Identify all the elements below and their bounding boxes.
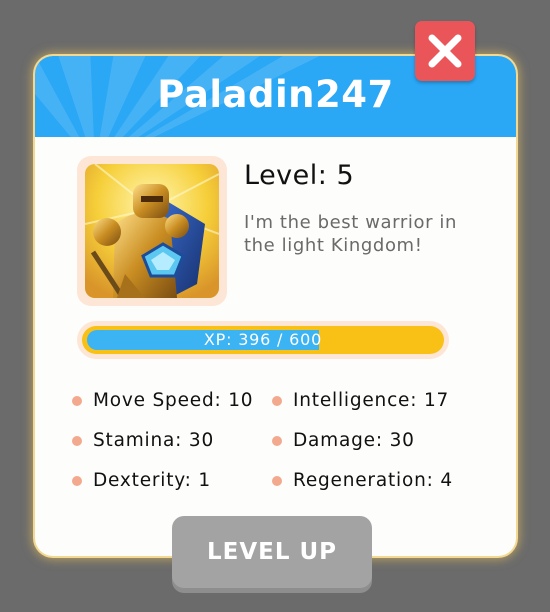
level-up-button[interactable]: LEVEL UP [172, 516, 372, 588]
stat-label: Stamina: 30 [93, 430, 215, 451]
level-label: Level: 5 [244, 160, 355, 191]
close-button[interactable] [415, 21, 475, 81]
stat-bullet-icon [272, 396, 282, 406]
paladin-avatar-icon [85, 164, 219, 298]
stat-bullet-icon [272, 476, 282, 486]
stat-label: Intelligence: 17 [293, 390, 450, 411]
stat-bullet-icon [72, 436, 82, 446]
avatar-frame [77, 156, 227, 306]
stat-label: Dexterity: 1 [93, 470, 211, 491]
xp-progress-bar: XP: 396 / 600 [82, 326, 444, 354]
close-x-icon [428, 34, 462, 68]
stat-bullet-icon [72, 396, 82, 406]
stat-label: Regeneration: 4 [293, 470, 453, 491]
stat-bullet-icon [272, 436, 282, 446]
stat-label: Damage: 30 [293, 430, 415, 451]
stat-bullet-icon [72, 476, 82, 486]
xp-progress-track: XP: 396 / 600 [77, 321, 449, 359]
xp-progress-label: XP: 396 / 600 [203, 330, 323, 349]
character-bio: I'm the best warrior in the light Kingdo… [244, 212, 458, 256]
character-profile-card: Paladin247 Level: 5 I'm the best warrior… [35, 56, 516, 556]
stat-label: Move Speed: 10 [93, 390, 254, 411]
